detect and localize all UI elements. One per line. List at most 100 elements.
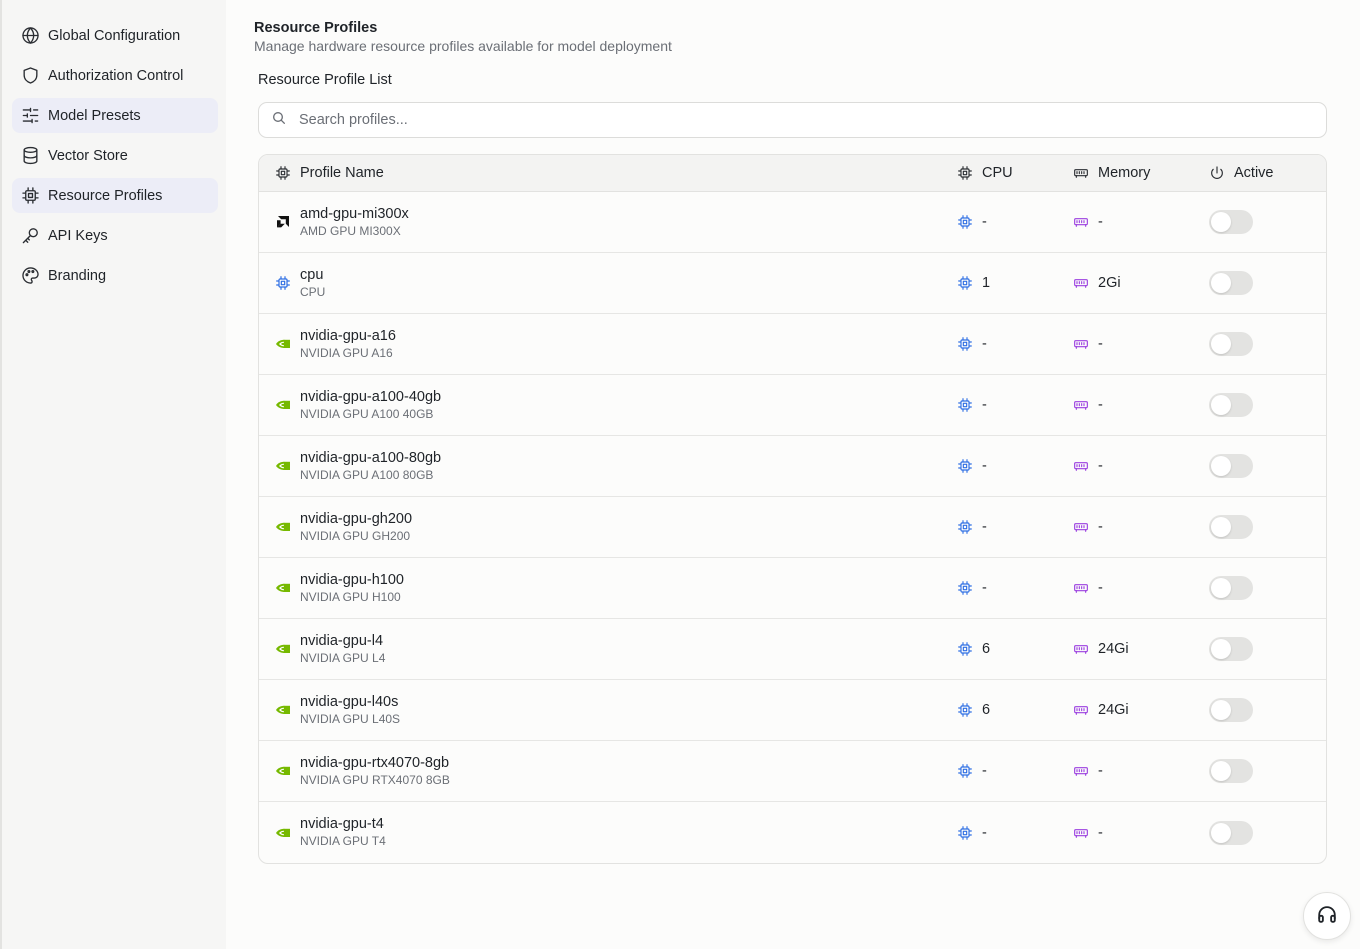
profile-description: NVIDIA GPU A100 40GB	[300, 406, 434, 421]
table-row[interactable]: nvidia-gpu-a16 NVIDIA GPU A16 - -	[259, 314, 1326, 375]
memory-value: -	[1098, 458, 1103, 474]
toggle-knob	[1211, 517, 1231, 537]
memory-value: -	[1098, 336, 1103, 352]
sidebar-item-api-keys[interactable]: API Keys	[12, 218, 218, 253]
header-label: Active	[1234, 165, 1274, 181]
profile-name-cell: nvidia-gpu-rtx4070-8gb NVIDIA GPU RTX4070…	[259, 755, 957, 788]
profile-description: NVIDIA GPU RTX4070 8GB	[300, 772, 450, 787]
help-button[interactable]	[1303, 892, 1351, 940]
toggle-knob	[1211, 700, 1231, 720]
page-subtitle: Manage hardware resource profiles availa…	[254, 38, 672, 54]
nvidia-logo-icon	[275, 580, 291, 596]
active-toggle[interactable]	[1209, 820, 1253, 845]
active-toggle[interactable]	[1209, 698, 1253, 722]
table-row[interactable]: nvidia-gpu-a100-40gb NVIDIA GPU A100 40GB…	[259, 375, 1326, 436]
search-icon	[271, 110, 287, 131]
cpu-value: -	[982, 519, 987, 535]
cpu-cell: 1	[957, 275, 1073, 291]
profile-name-cell: nvidia-gpu-gh200 NVIDIA GPU GH200	[259, 511, 957, 544]
table-row[interactable]: nvidia-gpu-gh200 NVIDIA GPU GH200 - -	[259, 497, 1326, 558]
profile-name: cpu	[300, 266, 324, 283]
profile-name-wrap: nvidia-gpu-a100-80gb NVIDIA GPU A100 80GB	[300, 450, 441, 483]
search-input[interactable]	[299, 112, 1199, 128]
active-toggle[interactable]	[1209, 271, 1253, 295]
memory-value: -	[1098, 580, 1103, 596]
table-row[interactable]: nvidia-gpu-a100-80gb NVIDIA GPU A100 80GB…	[259, 436, 1326, 497]
sidebar-item-vector-store[interactable]: Vector Store	[12, 138, 218, 173]
active-cell	[1209, 820, 1326, 845]
profile-name-wrap: cpu CPU	[300, 267, 325, 300]
cpu-cell: -	[957, 580, 1073, 596]
sidebar-item-label: Resource Profiles	[48, 187, 163, 204]
active-toggle[interactable]	[1209, 576, 1253, 600]
cpu-value: 1	[982, 275, 991, 291]
table-row[interactable]: amd-gpu-mi300x AMD GPU MI300X - -	[259, 192, 1326, 253]
active-toggle[interactable]	[1209, 393, 1253, 417]
sidebar-item-model-presets[interactable]: Model Presets	[12, 98, 218, 133]
main-content: Resource Profiles Manage hardware resour…	[226, 0, 1360, 949]
header-profile-name: Profile Name	[259, 165, 957, 181]
memory-icon	[1073, 641, 1089, 657]
sidebar-item-branding[interactable]: Branding	[12, 258, 218, 293]
table-row[interactable]: nvidia-gpu-l40s NVIDIA GPU L40S 6 24Gi	[259, 680, 1326, 741]
profile-name-cell: nvidia-gpu-a100-80gb NVIDIA GPU A100 80GB	[259, 450, 957, 483]
nvidia-logo-icon	[275, 397, 291, 413]
header-label: Profile Name	[300, 165, 384, 181]
profile-name: nvidia-gpu-gh200	[300, 510, 413, 527]
cpu-value: -	[982, 397, 987, 413]
sidebar-item-global-configuration[interactable]: Global Configuration	[12, 18, 218, 53]
profile-name-wrap: nvidia-gpu-a16 NVIDIA GPU A16	[300, 328, 396, 361]
profile-name-wrap: nvidia-gpu-l40s NVIDIA GPU L40S	[300, 694, 400, 727]
active-cell	[1209, 698, 1326, 722]
cpu-value: 6	[982, 641, 991, 657]
memory-cell: -	[1073, 397, 1209, 413]
active-toggle[interactable]	[1209, 332, 1253, 356]
table-row[interactable]: cpu CPU 1 2Gi	[259, 253, 1326, 314]
toggle-knob	[1211, 395, 1231, 415]
profile-description: NVIDIA GPU A100 80GB	[300, 467, 434, 482]
header-label: CPU	[982, 165, 1013, 181]
nvidia-logo-icon	[275, 825, 291, 841]
active-toggle[interactable]	[1209, 637, 1253, 661]
active-cell	[1209, 759, 1326, 783]
active-toggle[interactable]	[1209, 759, 1253, 783]
memory-value: -	[1098, 397, 1103, 413]
active-cell	[1209, 637, 1326, 661]
active-toggle[interactable]	[1209, 454, 1253, 478]
table-row[interactable]: nvidia-gpu-h100 NVIDIA GPU H100 - -	[259, 558, 1326, 619]
sliders-icon	[20, 106, 40, 126]
sidebar-item-resource-profiles[interactable]: Resource Profiles	[12, 178, 218, 213]
amd-logo-icon	[275, 214, 291, 230]
memory-cell: -	[1073, 336, 1209, 352]
cpu-icon	[957, 458, 973, 474]
header-memory: Memory	[1073, 165, 1209, 181]
table-row[interactable]: nvidia-gpu-t4 NVIDIA GPU T4 - -	[259, 802, 1326, 863]
profile-name: nvidia-gpu-h100	[300, 571, 404, 588]
profile-description: NVIDIA GPU A16	[300, 345, 393, 360]
cpu-icon	[957, 397, 973, 413]
cpu-cell: 6	[957, 702, 1073, 718]
memory-value: -	[1098, 824, 1103, 841]
table-row[interactable]: nvidia-gpu-rtx4070-8gb NVIDIA GPU RTX4070…	[259, 741, 1326, 802]
memory-cell: -	[1073, 580, 1209, 596]
table-row[interactable]: nvidia-gpu-l4 NVIDIA GPU L4 6 24Gi	[259, 619, 1326, 680]
header-label: Memory	[1098, 165, 1151, 181]
chip-icon	[20, 186, 40, 206]
nvidia-logo-icon	[275, 458, 291, 474]
memory-cell: 24Gi	[1073, 702, 1209, 718]
active-cell	[1209, 332, 1326, 356]
cpu-value: -	[982, 458, 987, 474]
active-toggle[interactable]	[1209, 515, 1253, 539]
cpu-value: -	[982, 580, 987, 596]
toggle-knob	[1211, 822, 1231, 843]
sidebar-item-authorization-control[interactable]: Authorization Control	[12, 58, 218, 93]
toggle-knob	[1211, 761, 1231, 781]
profile-name-cell: nvidia-gpu-t4 NVIDIA GPU T4	[259, 816, 957, 849]
memory-value: 24Gi	[1098, 702, 1129, 718]
sidebar: Global Configuration Authorization Contr…	[0, 0, 226, 949]
active-toggle[interactable]	[1209, 210, 1253, 234]
sidebar-item-label: Branding	[48, 267, 107, 284]
cpu-chip-icon	[275, 275, 291, 291]
cpu-icon	[957, 825, 973, 841]
cpu-cell: -	[957, 825, 1073, 841]
